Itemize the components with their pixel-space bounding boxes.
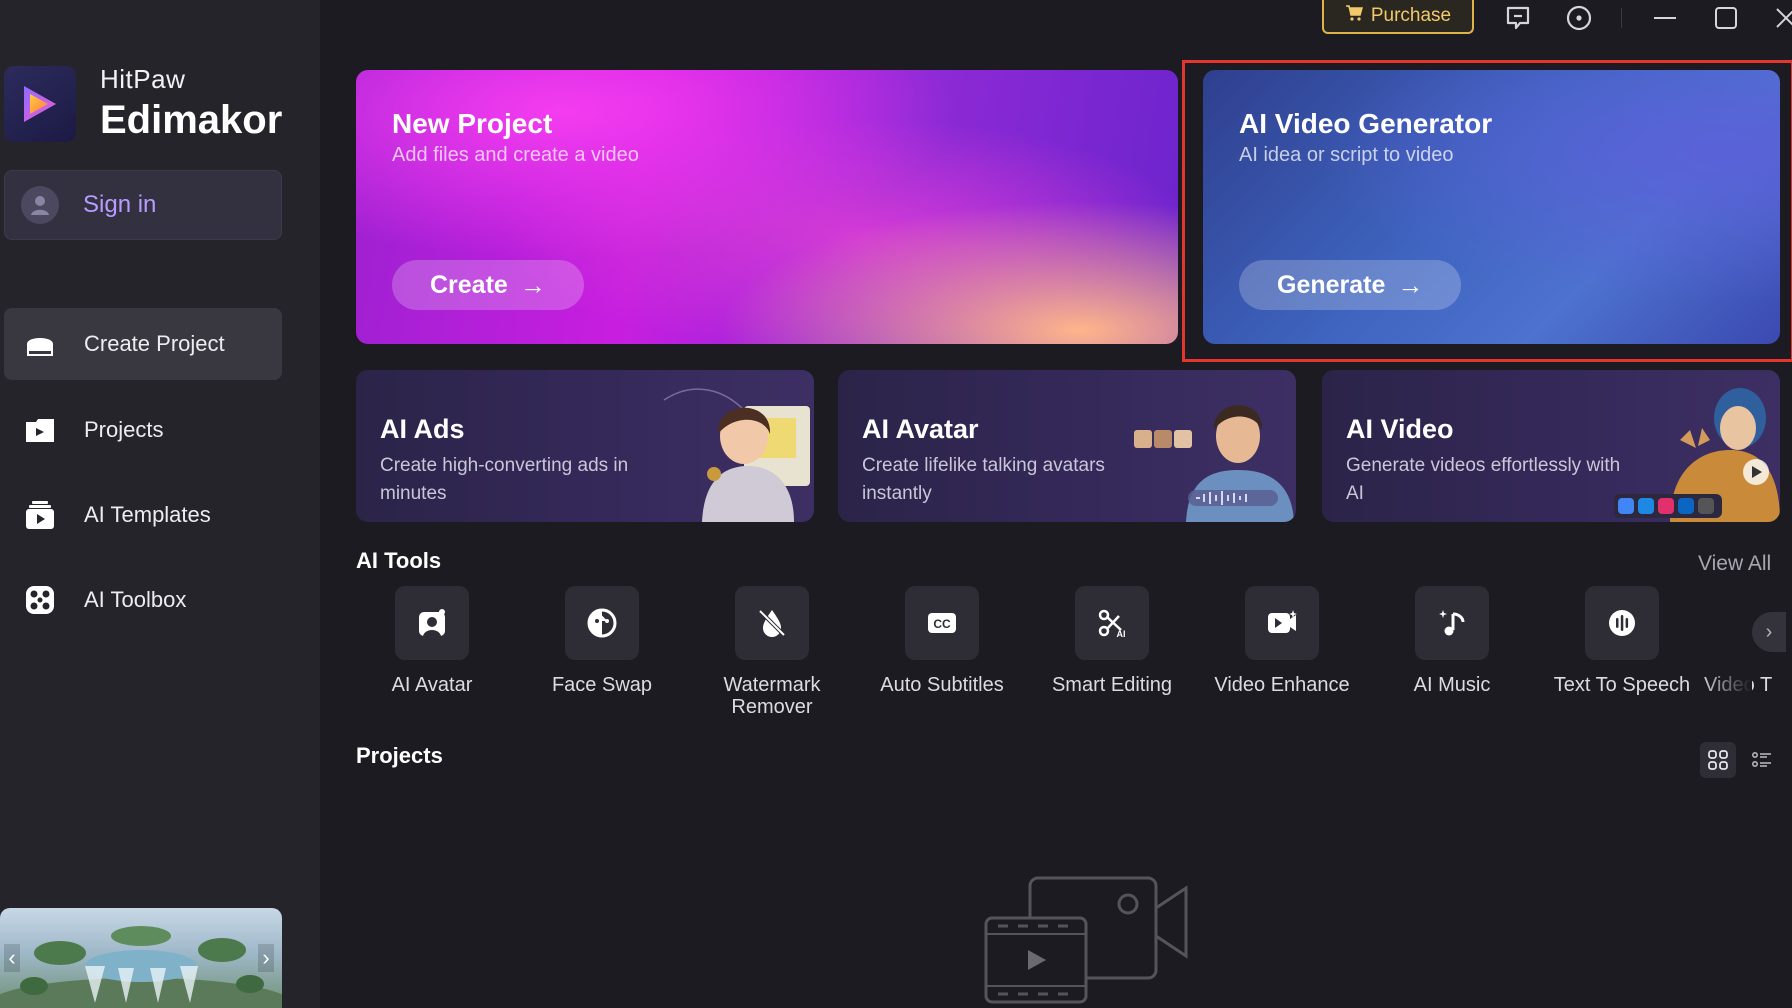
svg-text:CC: CC — [933, 617, 951, 631]
ai-video-generator-title: AI Video Generator — [1239, 108, 1493, 139]
ai-video-generator-subtitle: AI idea or script to video — [1239, 144, 1454, 166]
ai-video-illustration — [1614, 388, 1780, 522]
view-all-link[interactable]: View All — [1698, 552, 1771, 576]
ai-video-desc: Generate videos effortlessly with AI — [1346, 455, 1621, 504]
tool-label: AI Music — [1413, 674, 1491, 696]
arrow-right-icon: → — [519, 269, 546, 300]
ai-avatar-title: AI Avatar — [862, 414, 979, 444]
arrow-right-icon: → — [1397, 269, 1424, 300]
sidebar-item-label: AI Toolbox — [84, 587, 187, 612]
ai-ads-illustration — [663, 388, 810, 522]
svg-text:AI: AI — [1117, 629, 1126, 639]
purchase-label: Purchase — [1370, 5, 1452, 26]
ai-avatar-illustration — [1134, 405, 1294, 522]
folder-icon — [22, 412, 58, 448]
feedback-icon[interactable] — [1500, 2, 1536, 34]
promo-prev-icon[interactable]: ‹ — [4, 944, 20, 972]
empty-projects-illustration — [984, 876, 1188, 1004]
toolbox-icon — [22, 582, 58, 618]
tool-watermark-remover[interactable]: Watermark Remover — [697, 586, 847, 718]
settings-icon[interactable] — [1561, 2, 1597, 34]
sign-in-button[interactable]: Sign in — [4, 170, 282, 240]
watermark-remover-icon — [735, 586, 809, 660]
brand-name-top: HitPaw — [100, 64, 186, 94]
sidebar-item-projects[interactable]: Projects — [4, 394, 282, 466]
tool-label: Watermark Remover — [723, 674, 821, 718]
scissors-ai-icon: AI — [1075, 586, 1149, 660]
tools-next-icon[interactable]: › — [1752, 612, 1786, 652]
ai-video-title: AI Video — [1346, 414, 1454, 444]
tool-smart-editing[interactable]: AI Smart Editing — [1037, 586, 1187, 696]
sign-in-label: Sign in — [83, 191, 157, 218]
speech-icon — [1585, 586, 1659, 660]
promo-banner[interactable]: ‹ › — [0, 908, 282, 1008]
grid-view-icon[interactable] — [1700, 742, 1736, 778]
logo-icon — [24, 86, 56, 122]
create-button[interactable]: Create → — [392, 260, 584, 310]
sidebar-item-create-project[interactable]: Create Project — [4, 308, 282, 380]
sidebar-item-label: AI Templates — [84, 502, 211, 527]
projects-title: Projects — [356, 743, 443, 768]
new-project-title: New Project — [392, 108, 553, 139]
close-icon[interactable] — [1768, 2, 1792, 34]
app-logo — [4, 66, 76, 142]
brand-name-main: Edimakor — [100, 98, 283, 142]
sidebar-item-label: Create Project — [84, 331, 225, 356]
new-project-card[interactable]: New Project Add files and create a video… — [356, 70, 1178, 344]
titlebar-divider — [1621, 8, 1622, 28]
tool-ai-avatar[interactable]: AI Avatar — [357, 586, 507, 696]
tool-label: Auto Subtitles — [880, 674, 1004, 696]
ai-ads-card[interactable]: AI Ads Create high-converting ads in min… — [356, 370, 814, 522]
tool-auto-subtitles[interactable]: CC Auto Subtitles — [867, 586, 1017, 696]
ai-video-card[interactable]: AI Video Generate videos effortlessly wi… — [1322, 370, 1780, 522]
tool-label: Face Swap — [551, 674, 653, 696]
avatar-icon — [395, 586, 469, 660]
purchase-button[interactable]: Purchase — [1322, 0, 1474, 34]
promo-landscape-image — [0, 926, 282, 1008]
generate-button-label: Generate — [1277, 270, 1386, 299]
ai-ads-title: AI Ads — [380, 414, 465, 444]
music-icon — [1415, 586, 1489, 660]
tool-video-enhance[interactable]: Video Enhance — [1207, 586, 1357, 696]
tool-ai-music[interactable]: AI Music — [1377, 586, 1527, 696]
tool-label: AI Avatar — [391, 674, 473, 696]
maximize-icon[interactable] — [1708, 2, 1744, 34]
cart-icon — [1345, 4, 1363, 28]
ai-ads-desc: Create high-converting ads in minutes — [380, 455, 629, 504]
user-avatar-icon — [21, 186, 59, 224]
generate-button[interactable]: Generate → — [1239, 260, 1462, 310]
ai-tools-title: AI Tools — [356, 548, 442, 573]
sidebar-item-ai-toolbox[interactable]: AI Toolbox — [4, 564, 282, 636]
tool-text-to-speech[interactable]: Text To Speech — [1547, 586, 1697, 696]
create-button-label: Create — [430, 270, 508, 299]
tool-label: Video Enhance — [1214, 674, 1350, 696]
face-swap-icon — [565, 586, 639, 660]
promo-next-icon[interactable]: › — [258, 944, 274, 972]
video-enhance-icon — [1245, 586, 1319, 660]
tool-label: Smart Editing — [1051, 674, 1173, 696]
cc-icon: CC — [905, 586, 979, 660]
ai-video-generator-card[interactable]: AI Video Generator AI idea or script to … — [1203, 70, 1780, 344]
new-project-subtitle: Add files and create a video — [392, 144, 639, 166]
app-window: HitPaw Edimakor Sign in Create Project P… — [0, 0, 1792, 1008]
template-icon — [22, 497, 58, 533]
sidebar-item-ai-templates[interactable]: AI Templates — [4, 479, 282, 551]
home-icon — [22, 326, 58, 362]
list-view-icon[interactable] — [1744, 742, 1780, 778]
ai-avatar-desc: Create lifelike talking avatars instantl… — [862, 455, 1105, 504]
sidebar: HitPaw Edimakor Sign in Create Project P… — [0, 0, 320, 1008]
tool-face-swap[interactable]: Face Swap — [527, 586, 677, 696]
tool-label: Text To Speech — [1553, 674, 1691, 696]
tools-fade-overlay — [1700, 580, 1752, 720]
sidebar-item-label: Projects — [84, 417, 164, 442]
ai-avatar-card[interactable]: AI Avatar Create lifelike talking avatar… — [838, 370, 1296, 522]
minimize-icon[interactable] — [1647, 2, 1683, 34]
